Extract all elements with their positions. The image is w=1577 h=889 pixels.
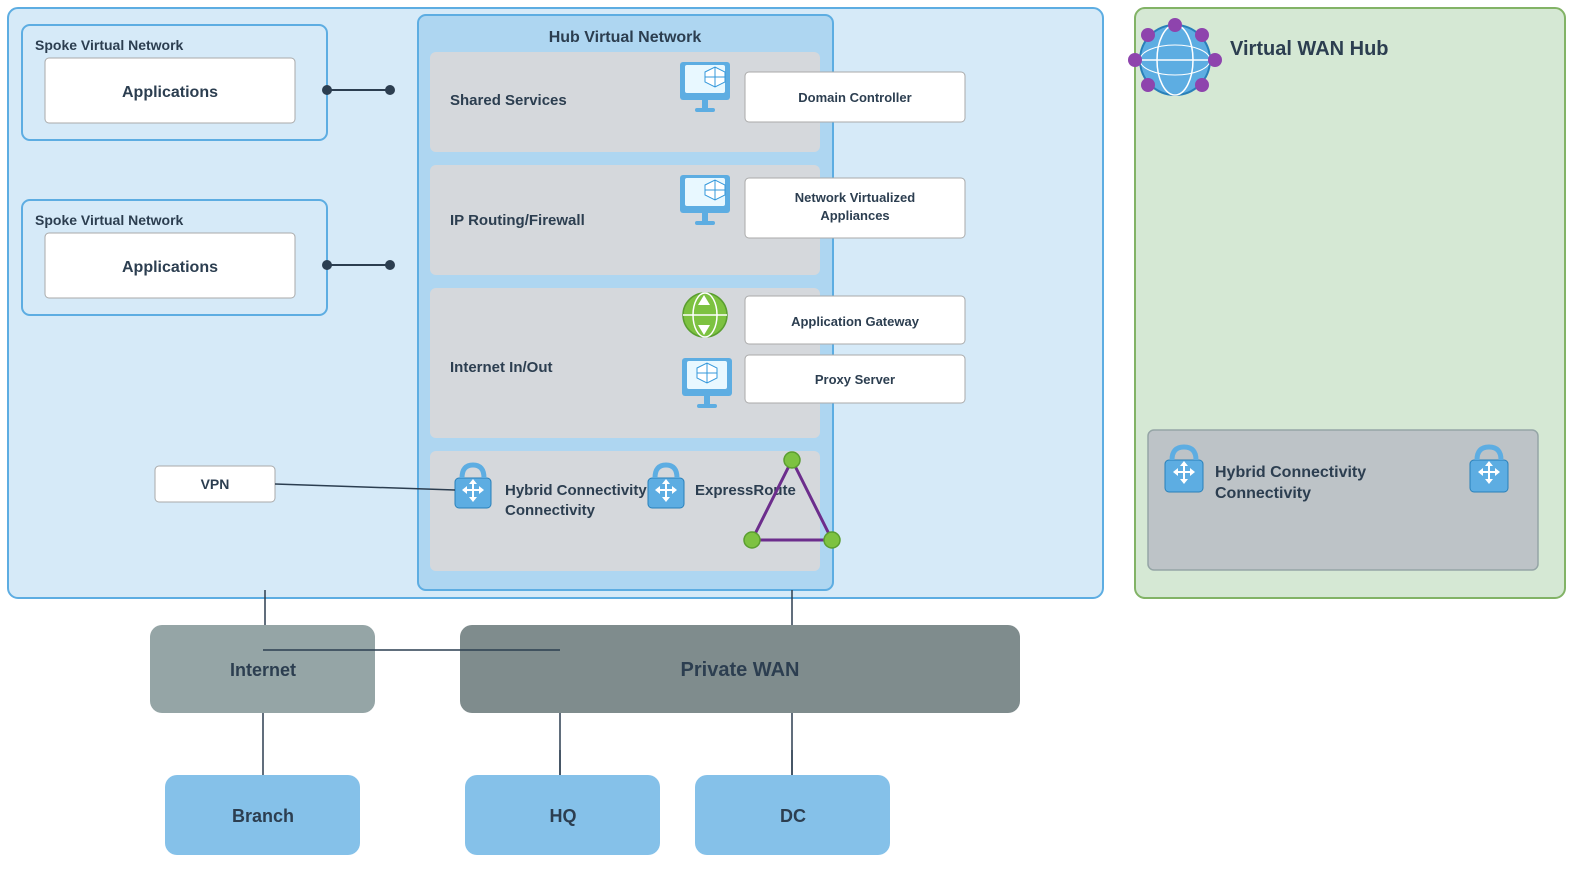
wan-hub-title: Virtual WAN Hub xyxy=(1230,38,1389,60)
hub-hybrid-label: Hybrid Connectivity xyxy=(505,482,647,499)
spoke2-title: Spoke Virtual Network xyxy=(35,212,184,228)
shared-services-label: Shared Services xyxy=(450,92,567,109)
wan-hybrid-label2: Connectivity xyxy=(1215,485,1311,502)
wan-hybrid-label: Hybrid Connectivity xyxy=(1215,464,1366,481)
spoke2-app-label: Applications xyxy=(122,259,218,276)
ip-routing-label: IP Routing/Firewall xyxy=(450,212,585,229)
branch-label: Branch xyxy=(232,806,294,826)
nva-label2: Appliances xyxy=(820,208,889,223)
app-gateway-label: Application Gateway xyxy=(791,314,920,329)
proxy-server-label: Proxy Server xyxy=(815,372,895,387)
spoke1-app-label: Applications xyxy=(122,84,218,101)
internet-label: Internet xyxy=(230,660,296,680)
dc-label: DC xyxy=(780,806,806,826)
internet-inout-label: Internet In/Out xyxy=(450,359,553,376)
hq-label: HQ xyxy=(550,806,577,826)
domain-controller-label: Domain Controller xyxy=(798,90,911,105)
nva-label: Network Virtualized xyxy=(795,190,915,205)
vpn-label: VPN xyxy=(201,476,230,492)
hub-hybrid-label2: Connectivity xyxy=(505,502,596,519)
hub-title: Hub Virtual Network xyxy=(549,29,702,46)
private-wan-label: Private WAN xyxy=(681,659,800,681)
spoke1-title: Spoke Virtual Network xyxy=(35,37,184,53)
